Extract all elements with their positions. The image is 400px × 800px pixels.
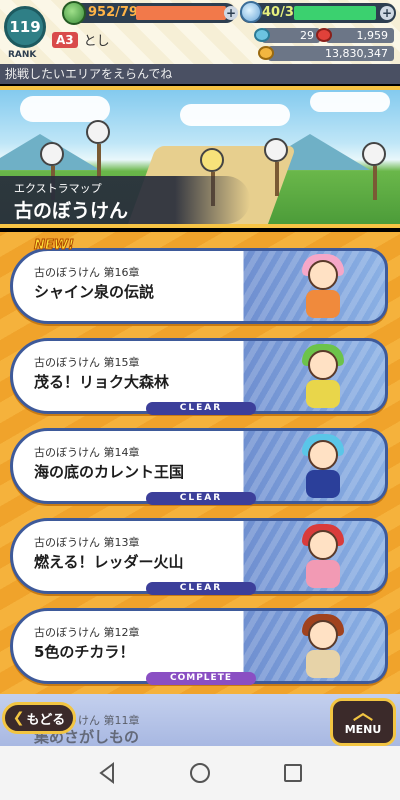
system-nav-bar	[0, 746, 400, 800]
top-status-bar: 119 RANK 952/79 + 40/30 + A3 とし 29 1,959…	[0, 0, 400, 68]
coin-count: 13,830,347	[268, 46, 394, 61]
character-body	[306, 650, 340, 678]
rank-label: RANK	[8, 50, 37, 60]
blue-gem-icon	[254, 28, 270, 42]
rank-badge[interactable]: 119	[4, 6, 46, 48]
status-pill: CLEAR	[146, 402, 256, 415]
chapter-subtitle: 古のぼうけん 第15章	[34, 356, 140, 369]
character-head	[308, 620, 338, 650]
chapter-subtitle: 古のぼうけん 第12章	[34, 626, 140, 639]
chapter-card-15[interactable]: 古のぼうけん 第15章 茂る！リョク大森林 CLEAR	[10, 338, 388, 415]
character-head	[308, 350, 338, 380]
character-portrait	[294, 344, 352, 408]
cloud	[180, 104, 290, 126]
back-button-label: もどる	[26, 712, 66, 728]
chapter-card-13[interactable]: 古のぼうけん 第13章 燃える！レッダー火山 CLEAR	[10, 518, 388, 595]
energy-bar	[294, 6, 376, 20]
chevron-left-icon: ❮	[12, 710, 25, 726]
chapter-title: 茂る！リョク大森林	[34, 373, 170, 391]
status-pill: CLEAR	[146, 492, 256, 505]
new-badge: NEW!	[33, 238, 75, 254]
status-pill: COMPLETE	[146, 672, 256, 685]
stamina-meter: 952/79 +	[62, 1, 238, 25]
circle-home-icon[interactable]	[186, 759, 214, 787]
instruction-text: 挑戦したいエリアをえらんでね	[0, 64, 400, 84]
chapter-card-16[interactable]: NEW! 古のぼうけん 第16章 シャイン泉の伝説	[10, 238, 388, 324]
chapter-subtitle: 古のぼうけん 第14章	[34, 446, 140, 459]
character-head	[308, 260, 338, 290]
chapter-title: シャイン泉の伝説	[34, 283, 155, 301]
character-portrait	[294, 614, 352, 678]
status-pill: CLEAR	[146, 582, 256, 595]
chapter-card-14[interactable]: 古のぼうけん 第14章 海の底のカレント王国 CLEAR	[10, 428, 388, 505]
add-energy-button[interactable]: +	[380, 6, 394, 20]
chapter-subtitle: 古のぼうけん 第13章	[34, 536, 140, 549]
red-gem-count: 1,959	[326, 28, 394, 43]
red-gem-icon	[316, 28, 332, 42]
gem-count: 29	[262, 28, 320, 43]
cloud	[20, 96, 110, 122]
character-body	[306, 290, 340, 318]
triangle-back-icon[interactable]	[93, 759, 121, 787]
player-name: とし	[83, 34, 110, 49]
character-portrait	[294, 524, 352, 588]
character-head	[308, 530, 338, 560]
signpost-icon	[200, 148, 224, 206]
signpost-icon	[362, 142, 386, 200]
signpost-icon	[264, 138, 288, 196]
chapter-title: 燃える！レッダー火山	[34, 553, 184, 571]
character-head	[308, 440, 338, 470]
character-body	[306, 380, 340, 408]
character-portrait	[294, 254, 352, 318]
coin-icon	[258, 46, 274, 60]
signpost-icon	[40, 142, 64, 200]
add-stamina-button[interactable]: +	[224, 6, 238, 20]
square-recents-icon[interactable]	[279, 759, 307, 787]
player-class-badge: A3	[52, 31, 78, 48]
menu-button-label: MENU	[344, 723, 382, 736]
chapter-title: 5色のチカラ！	[34, 643, 135, 661]
currency-panel: 29 1,959 13,830,347	[254, 26, 396, 62]
chevron-up-icon: ︿	[353, 700, 373, 724]
energy-icon	[240, 1, 262, 23]
banner-subtitle: エクストラマップ	[14, 182, 102, 195]
cloud	[310, 92, 390, 112]
character-portrait	[294, 434, 352, 498]
stamina-bar	[136, 6, 226, 20]
stamina-value: 952/79	[88, 5, 138, 20]
back-button[interactable]: ❮ もどる	[2, 702, 76, 734]
rank-value: 119	[9, 18, 41, 36]
menu-button[interactable]: ︿ MENU	[330, 698, 396, 746]
chapter-title: 海の底のカレント王国	[34, 463, 185, 481]
character-body	[306, 560, 340, 588]
puyo-stamina-icon	[62, 1, 86, 25]
chapter-subtitle: 古のぼうけん 第16章	[34, 266, 140, 279]
banner-title: 古のぼうけん	[14, 200, 129, 222]
player-info: A3 とし	[52, 30, 110, 49]
chapter-card-12[interactable]: 古のぼうけん 第12章 5色のチカラ！ COMPLETE	[10, 608, 388, 685]
signpost-icon	[86, 120, 110, 178]
character-body	[306, 470, 340, 498]
chapter-list[interactable]: NEW! 古のぼうけん 第16章 シャイン泉の伝説 古のぼうけん 第15章 茂る…	[0, 232, 400, 712]
energy-meter: 40/30 +	[240, 1, 396, 23]
